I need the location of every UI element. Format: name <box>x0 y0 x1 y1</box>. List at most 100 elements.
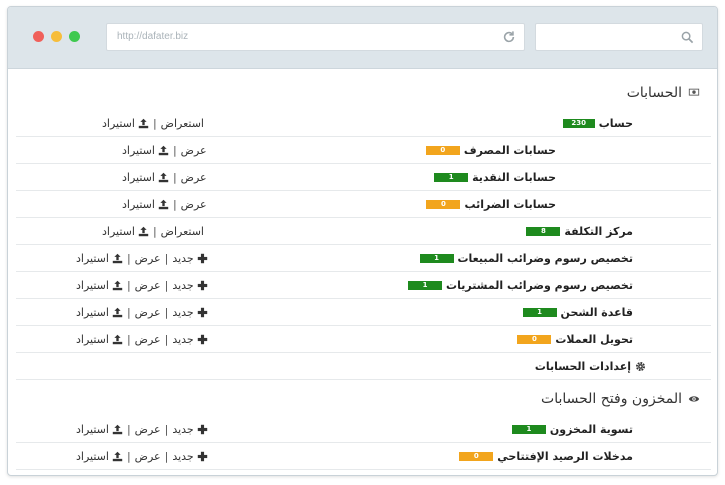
import-link[interactable]: استيراد <box>122 171 169 184</box>
import-link[interactable]: استيراد <box>122 198 169 211</box>
new-link[interactable]: جديد <box>172 306 207 319</box>
view-link[interactable]: عرض <box>135 333 161 346</box>
search-field[interactable] <box>535 23 703 51</box>
separator: | <box>126 306 131 319</box>
browser-window: http://dafater.biz الحسابات حساب 230 استعرا… <box>7 6 718 476</box>
doctype-link[interactable]: تخصيص رسوم وضرائب المبيعات 1 <box>419 252 633 265</box>
upload-icon <box>138 226 149 237</box>
doctype-link[interactable]: حسابات النقدية 1 <box>434 171 556 184</box>
import-label: استيراد <box>76 333 109 346</box>
separator: | <box>126 333 131 346</box>
new-link[interactable]: جديد <box>172 450 207 463</box>
import-link[interactable]: استيراد <box>102 225 149 238</box>
list-item: مدخلات الرصيد الإفتتاحي 0 جديد | عرض | استيراد <box>16 443 711 470</box>
plus-icon <box>197 451 207 462</box>
import-link[interactable]: استيراد <box>122 144 169 157</box>
doctype-label: حسابات الضرائب <box>464 198 556 211</box>
doctype-link[interactable]: تحويل العملات 0 <box>517 333 633 346</box>
import-link[interactable]: استيراد <box>76 252 123 265</box>
section-title-text: المخزون وفتح الحسابات <box>541 391 682 407</box>
view-link[interactable]: عرض <box>135 279 161 292</box>
doctype-link[interactable]: حساب 230 <box>562 117 633 130</box>
list-item: قاعدة الشحن 1 جديد | عرض | استيراد <box>16 299 711 326</box>
view-label: عرض <box>180 144 207 157</box>
view-link[interactable]: عرض <box>135 423 161 436</box>
doctype-link[interactable]: مدخلات الرصيد الإفتتاحي 0 <box>459 450 633 463</box>
browse-link[interactable]: استعراض <box>161 117 204 130</box>
minimize-window-button[interactable] <box>51 31 62 42</box>
import-link[interactable]: استيراد <box>76 450 123 463</box>
count-badge: 1 <box>434 173 469 182</box>
list-item: تحويل العملات 0 جديد | عرض | استيراد <box>16 326 711 353</box>
close-window-button[interactable] <box>33 31 44 42</box>
import-link[interactable]: استيراد <box>76 333 123 346</box>
separator: | <box>164 423 169 436</box>
new-link[interactable]: جديد <box>172 423 207 436</box>
count-badge: 230 <box>562 119 595 128</box>
upload-icon <box>112 307 123 318</box>
list-item: إعدادات الحسابات <box>16 353 711 380</box>
import-label: استيراد <box>76 306 109 319</box>
import-link[interactable]: استيراد <box>76 306 123 319</box>
list-item: تخصيص رسوم وضرائب المشتريات 1 جديد | عرض | است… <box>16 272 711 299</box>
count-badge: 0 <box>517 335 552 344</box>
address-bar[interactable]: http://dafater.biz <box>106 23 525 51</box>
list-item: حساب 230 استعراض | استيراد <box>16 110 711 137</box>
new-link[interactable]: جديد <box>172 333 207 346</box>
import-link[interactable]: استيراد <box>76 423 123 436</box>
doctype-link[interactable]: حسابات الضرائب 0 <box>426 198 556 211</box>
maximize-window-button[interactable] <box>69 31 80 42</box>
row-actions: جديد | عرض | استيراد <box>76 333 208 346</box>
doctype-label: مركز التكلفة <box>564 225 633 238</box>
view-link[interactable]: عرض <box>181 144 207 157</box>
section-title-text: الحسابات <box>626 85 682 101</box>
new-link[interactable]: جديد <box>172 279 207 292</box>
doctype-link[interactable]: تسوية المخزون 1 <box>511 423 633 436</box>
doctype-link[interactable]: حسابات المصرف 0 <box>425 144 556 157</box>
view-link[interactable]: عرض <box>135 252 161 265</box>
view-label: عرض <box>134 306 161 319</box>
import-label: استيراد <box>76 279 109 292</box>
separator: | <box>126 423 131 436</box>
plus-icon <box>197 334 207 345</box>
browser-toolbar: http://dafater.biz <box>8 7 717 69</box>
view-link[interactable]: عرض <box>135 306 161 319</box>
view-label: عرض <box>134 333 161 346</box>
doctype-label: مدخلات الرصيد الإفتتاحي <box>497 450 633 463</box>
upload-icon <box>112 334 123 345</box>
doctype-label: إعدادات الحسابات <box>534 360 631 373</box>
new-label: جديد <box>172 279 194 292</box>
list-item: حسابات المصرف 0 عرض | استيراد <box>16 137 711 164</box>
doctype-link[interactable]: تخصيص رسوم وضرائب المشتريات 1 <box>408 279 633 292</box>
import-label: استيراد <box>102 117 135 130</box>
import-link[interactable]: استيراد <box>102 117 149 130</box>
browse-link[interactable]: استعراض <box>161 225 204 238</box>
reload-icon[interactable] <box>502 30 516 44</box>
browse-label: استعراض <box>160 117 204 130</box>
new-label: جديد <box>172 423 194 436</box>
list-item: حسابات النقدية 1 عرض | استيراد <box>16 164 711 191</box>
doctype-link[interactable]: إعدادات الحسابات <box>535 360 646 373</box>
gear-icon <box>635 361 646 372</box>
view-link[interactable]: عرض <box>181 198 207 211</box>
import-label: استيراد <box>122 144 155 157</box>
doctype-link[interactable]: قاعدة الشحن 1 <box>522 306 633 319</box>
count-badge: 1 <box>511 425 546 434</box>
view-label: عرض <box>134 279 161 292</box>
import-link[interactable]: استيراد <box>76 279 123 292</box>
import-label: استيراد <box>122 198 155 211</box>
row-actions: استعراض | استيراد <box>102 225 204 238</box>
row-actions: جديد | عرض | استيراد <box>76 423 208 436</box>
view-link[interactable]: عرض <box>135 450 161 463</box>
row-actions: جديد | عرض | استيراد <box>76 306 208 319</box>
doctype-label: تسوية المخزون <box>549 423 633 436</box>
separator: | <box>172 171 177 184</box>
doctype-link[interactable]: مركز التكلفة 8 <box>526 225 633 238</box>
row-actions: استعراض | استيراد <box>102 117 204 130</box>
count-badge: 0 <box>425 146 460 155</box>
new-link[interactable]: جديد <box>172 252 207 265</box>
row-actions: عرض | استيراد <box>122 171 207 184</box>
view-label: عرض <box>134 423 161 436</box>
money-icon <box>688 88 700 96</box>
view-link[interactable]: عرض <box>181 171 207 184</box>
